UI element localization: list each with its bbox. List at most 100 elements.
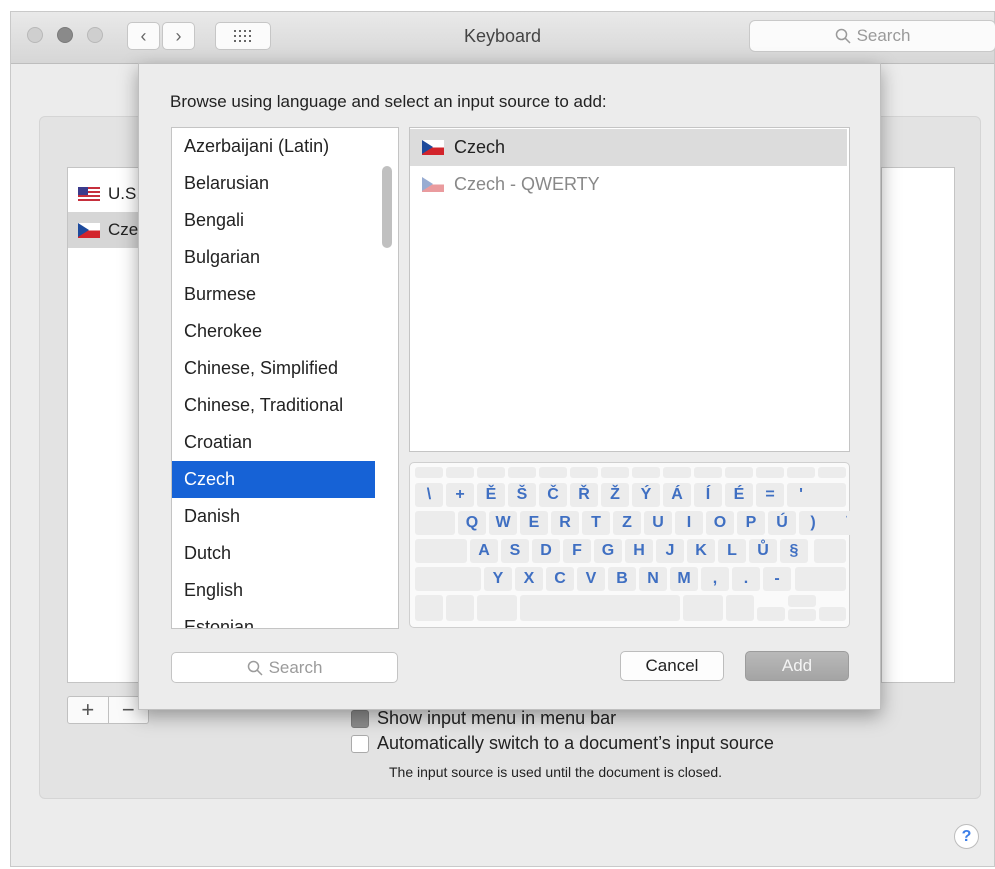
keyboard-key: +: [446, 483, 474, 507]
keyboard-key: Á: [663, 483, 691, 507]
keyboard-key: Č: [539, 483, 567, 507]
keyboard-blank-key: [756, 467, 784, 478]
keyboard-blank-key: [415, 511, 455, 535]
language-item[interactable]: Estonian: [172, 609, 375, 628]
keyboard-key: X: [515, 567, 543, 591]
language-item[interactable]: English: [172, 572, 375, 609]
keyboard-blank-key: [415, 595, 443, 621]
keyboard-key: U: [644, 511, 672, 535]
keyboard-key: L: [718, 539, 746, 563]
keyboard-blank-key: [795, 567, 846, 591]
language-item[interactable]: Bulgarian: [172, 239, 375, 276]
input-source-option-label: Czech: [454, 137, 506, 157]
add-source-button[interactable]: +: [68, 697, 108, 723]
keyboard-key: Š: [508, 483, 536, 507]
keyboard-key: M: [670, 567, 698, 591]
sheet-prompt: Browse using language and select an inpu…: [170, 92, 607, 111]
input-source-option[interactable]: Czech: [410, 129, 847, 166]
keyboard-key: A: [470, 539, 498, 563]
keyboard-key: Í: [694, 483, 722, 507]
language-list-scrollbar[interactable]: [382, 166, 392, 248]
keyboard-key: J: [656, 539, 684, 563]
keyboard-blank-key: [601, 467, 629, 478]
keyboard-key: I: [675, 511, 703, 535]
add-input-source-sheet: Browse using language and select an inpu…: [138, 63, 881, 710]
keyboard-blank-key: [808, 483, 846, 507]
show-input-menu-checkbox[interactable]: [351, 710, 369, 728]
keyboard-key: \: [415, 483, 443, 507]
keyboard-key: Y: [484, 567, 512, 591]
language-item[interactable]: Belarusian: [172, 165, 375, 202]
keyboard-key: G: [594, 539, 622, 563]
keyboard-key: E: [520, 511, 548, 535]
add-button[interactable]: Add: [745, 651, 849, 681]
keyboard-key: Q: [458, 511, 486, 535]
language-search-field[interactable]: Search: [171, 652, 398, 683]
keyboard-blank-key: [815, 511, 846, 535]
add-remove-control: + −: [67, 696, 149, 724]
keyboard-blank-key: [415, 467, 443, 478]
auto-switch-label: Automatically switch to a document’s inp…: [377, 733, 774, 753]
keyboard-key: S: [501, 539, 529, 563]
keyboard-blank-key: [539, 467, 567, 478]
keyboard-key: Z: [613, 511, 641, 535]
show-input-menu-label: Show input menu in menu bar: [377, 708, 617, 728]
input-source-choices[interactable]: Czech Czech - QWERTY: [409, 127, 850, 452]
keyboard-blank-key: [725, 467, 753, 478]
keyboard-layout-preview: \+ĚŠČŘŽÝÁÍÉ='QWERTZUIOPÚ)¨ASDFGHJKLŮ§YXC…: [409, 462, 858, 628]
keyboard-key: C: [546, 567, 574, 591]
keyboard-key: F: [563, 539, 591, 563]
help-button[interactable]: ?: [954, 824, 979, 849]
keyboard-key: -: [763, 567, 791, 591]
language-item[interactable]: Chinese, Traditional: [172, 387, 375, 424]
input-source-option-label: Czech - QWERTY: [454, 174, 600, 194]
auto-switch-checkbox[interactable]: [351, 735, 369, 753]
language-item[interactable]: Danish: [172, 498, 375, 535]
input-source-detail-pane: [881, 167, 955, 683]
keyboard-blank-key: [415, 539, 467, 563]
language-item[interactable]: Dutch: [172, 535, 375, 572]
keyboard-key: H: [625, 539, 653, 563]
language-item-selected[interactable]: Czech: [172, 461, 375, 498]
language-search-placeholder: Search: [268, 657, 323, 677]
keyboard-blank-key: [508, 467, 536, 478]
input-source-label: U.S.: [108, 184, 142, 203]
language-item[interactable]: Croatian: [172, 424, 375, 461]
keyboard-key: V: [577, 567, 605, 591]
language-item[interactable]: Cherokee: [172, 313, 375, 350]
toolbar-search-field[interactable]: Search: [749, 20, 995, 52]
keyboard-blank-key: [632, 467, 660, 478]
keyboard-key: §: [780, 539, 808, 563]
keyboard-blank-key: [726, 595, 754, 621]
keyboard-key: Ř: [570, 483, 598, 507]
keyboard-key: R: [551, 511, 579, 535]
keyboard-key: Ě: [477, 483, 505, 507]
keyboard-blank-key: [663, 467, 691, 478]
keyboard-blank-key: [570, 467, 598, 478]
keyboard-blank-key: [477, 595, 517, 621]
keyboard-key: É: [725, 483, 753, 507]
keyboard-key: D: [532, 539, 560, 563]
keyboard-key: B: [608, 567, 636, 591]
language-item[interactable]: Burmese: [172, 276, 375, 313]
keyboard-blank-key: [819, 607, 846, 621]
keyboard-blank-key: [446, 467, 474, 478]
keyboard-key: Ž: [601, 483, 629, 507]
keyboard-blank-key: [683, 595, 723, 621]
language-list[interactable]: Azerbaijani (Latin) Belarusian Bengali B…: [171, 127, 399, 629]
search-icon: [247, 660, 263, 676]
keyboard-key: .: [732, 567, 760, 591]
keyboard-blank-key: [757, 607, 785, 621]
cancel-button[interactable]: Cancel: [620, 651, 724, 681]
keyboard-key: =: [756, 483, 784, 507]
input-source-option[interactable]: Czech - QWERTY: [410, 166, 847, 203]
keyboard-key: Ů: [749, 539, 777, 563]
us-flag-icon: [78, 187, 100, 201]
keyboard-blank-key: [788, 609, 816, 621]
language-item[interactable]: Azerbaijani (Latin): [172, 128, 375, 165]
keyboard-key: K: [687, 539, 715, 563]
czech-flag-icon: [422, 140, 444, 155]
keyboard-blank-key: [788, 595, 816, 607]
language-item[interactable]: Bengali: [172, 202, 375, 239]
language-item[interactable]: Chinese, Simplified: [172, 350, 375, 387]
